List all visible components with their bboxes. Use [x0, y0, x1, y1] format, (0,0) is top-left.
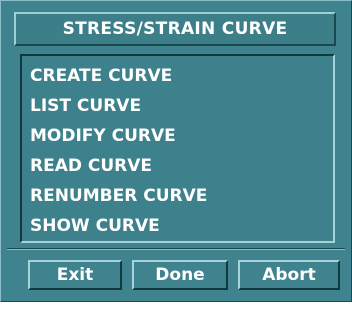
menu-item-renumber-curve[interactable]: RENUMBER CURVE [30, 186, 207, 206]
menu-item-create-curve[interactable]: CREATE CURVE [30, 66, 172, 86]
curve-command-list[interactable]: CREATE CURVE LIST CURVE MODIFY CURVE REA… [20, 54, 335, 243]
button-row-separator [7, 248, 345, 250]
menu-item-list-curve[interactable]: LIST CURVE [30, 96, 141, 116]
abort-button[interactable]: Abort [238, 260, 340, 290]
dialog-title: STRESS/STRAIN CURVE [14, 12, 336, 46]
done-button[interactable]: Done [132, 260, 228, 290]
menu-item-modify-curve[interactable]: MODIFY CURVE [30, 126, 176, 146]
menu-item-show-curve[interactable]: SHOW CURVE [30, 216, 160, 236]
menu-item-read-curve[interactable]: READ CURVE [30, 156, 152, 176]
stress-strain-curve-dialog: STRESS/STRAIN CURVE CREATE CURVE LIST CU… [0, 0, 352, 302]
dialog-title-text: STRESS/STRAIN CURVE [62, 19, 288, 39]
exit-button[interactable]: Exit [28, 260, 122, 290]
